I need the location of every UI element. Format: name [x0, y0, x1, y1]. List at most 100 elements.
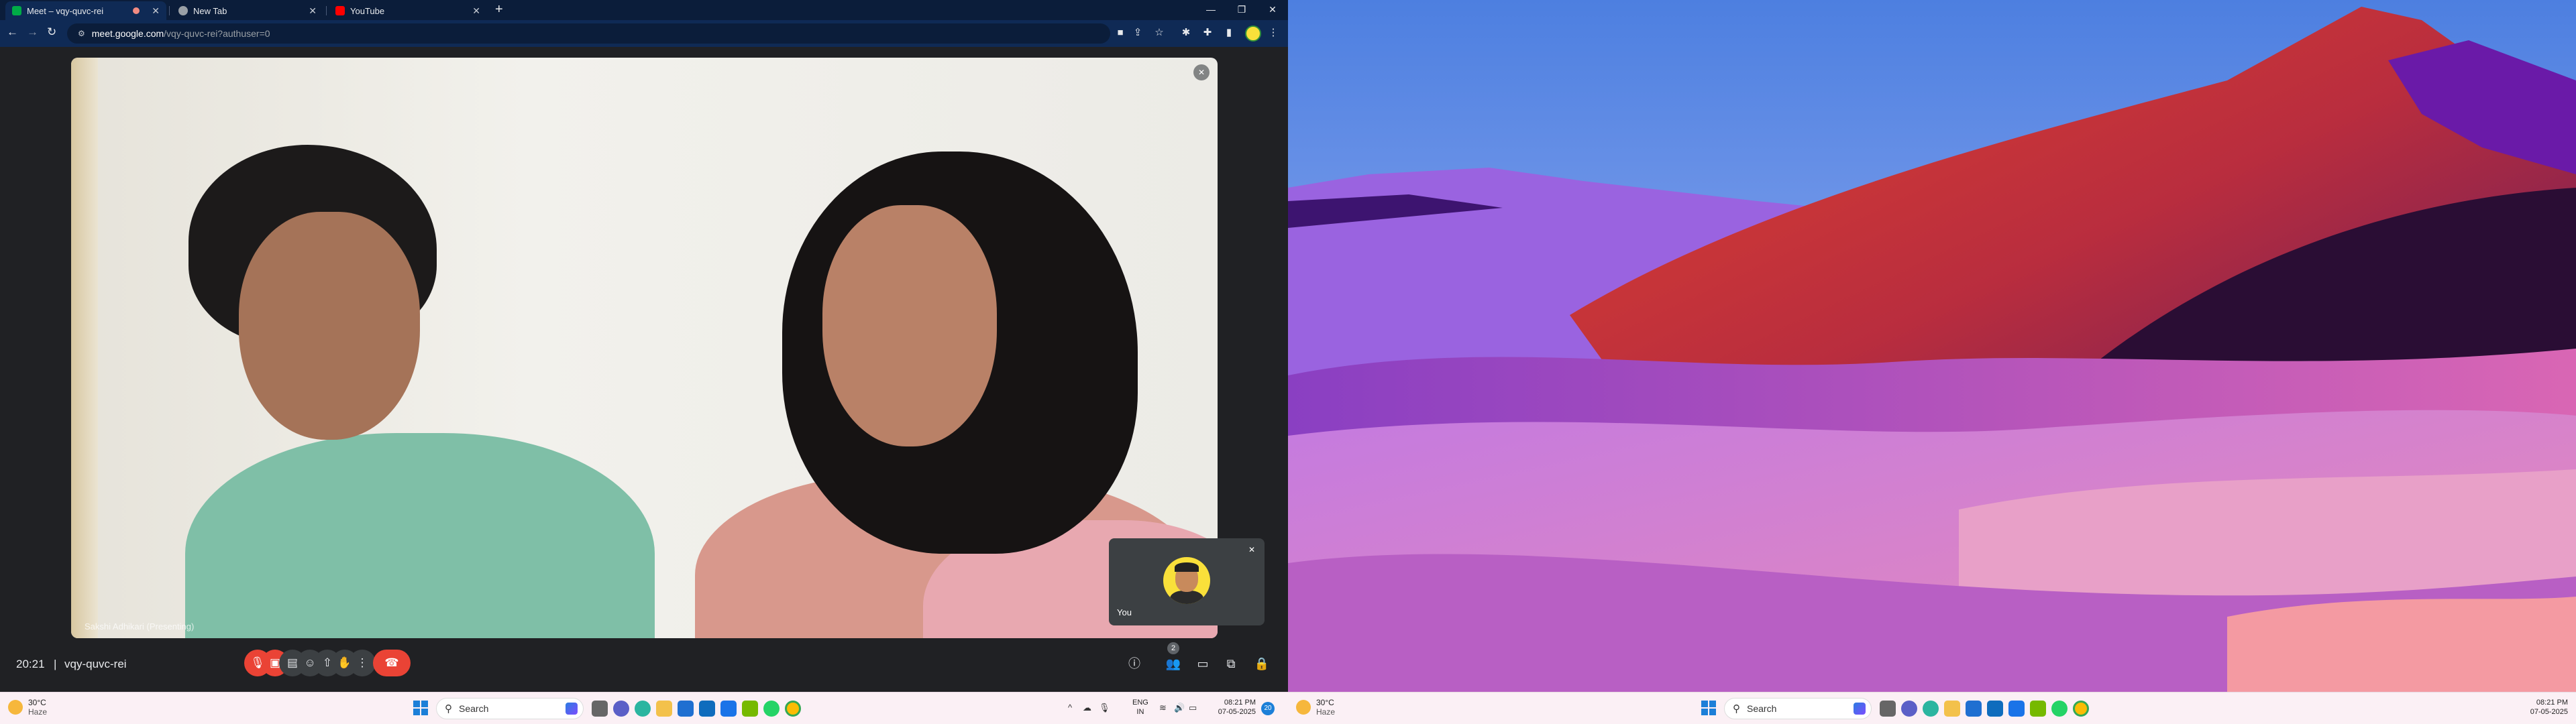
- address-bar[interactable]: ⚙ meet.google.com /vqy-quvc-rei?authuser…: [67, 23, 1110, 44]
- lang-top: ENG: [1132, 699, 1148, 707]
- back-icon[interactable]: ←: [7, 25, 18, 39]
- teams-chat-icon[interactable]: [613, 701, 629, 717]
- taskbar-secondary: 30°C Haze ⚲ Search 08:21 PM 07-05-2025: [1288, 692, 2576, 724]
- camera-in-use-icon[interactable]: ■: [1114, 26, 1127, 40]
- close-tab-icon[interactable]: ✕: [152, 5, 160, 17]
- file-explorer-icon[interactable]: [1944, 701, 1960, 717]
- leave-call-icon[interactable]: ☎: [373, 650, 411, 676]
- maximize-icon[interactable]: ❐: [1226, 0, 1257, 20]
- taskbar-search[interactable]: ⚲ Search: [1724, 698, 1872, 719]
- participant-count-badge: 2: [1167, 642, 1179, 654]
- main-participant-video[interactable]: Sakshi Adhikari (Presenting) ✕: [71, 58, 1218, 638]
- meeting-clock: 20:21: [16, 658, 45, 670]
- meeting-details-icon[interactable]: ⓘ: [1126, 655, 1143, 672]
- whatsapp-icon[interactable]: [2051, 701, 2068, 717]
- edge-browser-icon[interactable]: [635, 701, 651, 717]
- file-explorer-icon[interactable]: [656, 701, 672, 717]
- show-hidden-icons-icon[interactable]: ^: [1068, 703, 1072, 713]
- start-button[interactable]: [1701, 701, 1716, 715]
- close-tab-icon[interactable]: ✕: [309, 5, 317, 17]
- tab-meet[interactable]: Meet – vqy-quvc-rei ✕: [5, 1, 166, 20]
- site-info-icon[interactable]: ⚙: [78, 29, 85, 38]
- search-icon: ⚲: [1733, 703, 1740, 715]
- volume-icon[interactable]: 🔊: [1174, 703, 1185, 713]
- chat-icon[interactable]: ▭: [1194, 655, 1212, 672]
- forward-icon[interactable]: →: [27, 25, 38, 39]
- bing-icon[interactable]: [1854, 703, 1866, 715]
- tab-new-tab[interactable]: New Tab ✕: [172, 1, 323, 20]
- edge-browser-icon[interactable]: [1923, 701, 1939, 717]
- tab-title: Meet – vqy-quvc-rei: [27, 5, 104, 16]
- nvidia-icon[interactable]: [2030, 701, 2046, 717]
- host-controls-icon[interactable]: 🔒: [1253, 655, 1271, 672]
- close-window-icon[interactable]: ✕: [1257, 0, 1288, 20]
- mail-icon[interactable]: [678, 701, 694, 717]
- onedrive-icon[interactable]: ☁: [1083, 703, 1091, 713]
- language-indicator[interactable]: ENG IN: [1132, 698, 1148, 717]
- mail-icon[interactable]: [1966, 701, 1982, 717]
- defender-shield-icon[interactable]: [720, 701, 737, 717]
- avatar-body: [1170, 591, 1203, 604]
- foreground-glow: [2227, 597, 2576, 692]
- microphone-tray-icon[interactable]: 🎙: [1099, 703, 1110, 713]
- lang-bottom: IN: [1136, 708, 1144, 716]
- share-icon[interactable]: ⇪: [1131, 26, 1144, 40]
- self-muted-icon: ✕: [1248, 545, 1255, 554]
- taskbar-search[interactable]: ⚲ Search: [436, 698, 584, 719]
- search-placeholder: Search: [1747, 703, 1777, 714]
- task-view-icon[interactable]: [592, 701, 608, 717]
- bookmark-star-icon[interactable]: ☆: [1152, 26, 1166, 40]
- participant-2-face: [822, 205, 997, 446]
- weather-widget[interactable]: 30°C Haze: [1296, 698, 1335, 717]
- self-name-label: You: [1117, 607, 1132, 617]
- chrome-favicon-icon: [178, 6, 188, 15]
- weather-temp: 30°C: [28, 698, 46, 707]
- whatsapp-icon[interactable]: [763, 701, 780, 717]
- tab-separator: [169, 6, 170, 15]
- window-controls: — ❐ ✕: [1195, 0, 1288, 20]
- tab-youtube[interactable]: YouTube ✕: [329, 1, 487, 20]
- extensions-puzzle-icon[interactable]: ✚: [1201, 26, 1214, 40]
- start-button[interactable]: [413, 701, 428, 715]
- self-view-tile[interactable]: ✕ You: [1109, 538, 1265, 625]
- start-tile: [421, 701, 428, 707]
- chrome-taskbar-icon[interactable]: [2073, 701, 2089, 717]
- battery-icon[interactable]: ▭: [1189, 703, 1197, 713]
- people-icon[interactable]: 👥: [1165, 655, 1182, 672]
- defender-shield-icon[interactable]: [2008, 701, 2025, 717]
- muted-mic-icon: ✕: [1193, 64, 1210, 80]
- left-monitor: Meet – vqy-quvc-rei ✕ New Tab ✕ YouTube …: [0, 0, 1288, 724]
- search-icon: ⚲: [445, 703, 452, 715]
- extension-settings-icon[interactable]: ✱: [1179, 26, 1193, 40]
- taskbar-clock[interactable]: 08:21 PM 07-05-2025: [1208, 698, 1256, 717]
- profile-avatar[interactable]: [1245, 25, 1261, 42]
- chrome-taskbar-icon[interactable]: [785, 701, 801, 717]
- more-options-icon[interactable]: ⋮: [349, 650, 376, 676]
- chrome-menu-icon[interactable]: ⋮: [1267, 26, 1280, 40]
- notification-badge[interactable]: 20: [1261, 702, 1275, 715]
- desktop-wallpaper: [1288, 0, 2576, 692]
- teams-chat-icon[interactable]: [1901, 701, 1917, 717]
- participant-1-body: [185, 433, 655, 638]
- weather-widget[interactable]: 30°C Haze: [8, 698, 47, 717]
- start-tile: [413, 701, 420, 707]
- bing-icon[interactable]: [566, 703, 578, 715]
- side-panel-icon[interactable]: ▮: [1222, 26, 1236, 40]
- start-tile: [1709, 701, 1716, 707]
- nvidia-icon[interactable]: [742, 701, 758, 717]
- minimize-icon[interactable]: —: [1195, 0, 1226, 20]
- store-icon[interactable]: [699, 701, 715, 717]
- meet-favicon-icon: [12, 6, 21, 15]
- task-view-icon[interactable]: [1880, 701, 1896, 717]
- taskbar-clock[interactable]: 08:21 PM 07-05-2025: [2520, 698, 2568, 717]
- start-tile: [413, 709, 420, 715]
- clock-date: 07-05-2025: [1218, 708, 1256, 716]
- activities-icon[interactable]: ⧉: [1222, 655, 1240, 672]
- store-icon[interactable]: [1987, 701, 2003, 717]
- close-tab-icon[interactable]: ✕: [472, 5, 480, 17]
- youtube-favicon-icon: [335, 6, 345, 15]
- wifi-icon[interactable]: ≋: [1159, 703, 1167, 713]
- reload-icon[interactable]: ↻: [47, 25, 56, 39]
- search-placeholder: Search: [459, 703, 489, 714]
- new-tab-button[interactable]: +: [495, 2, 503, 17]
